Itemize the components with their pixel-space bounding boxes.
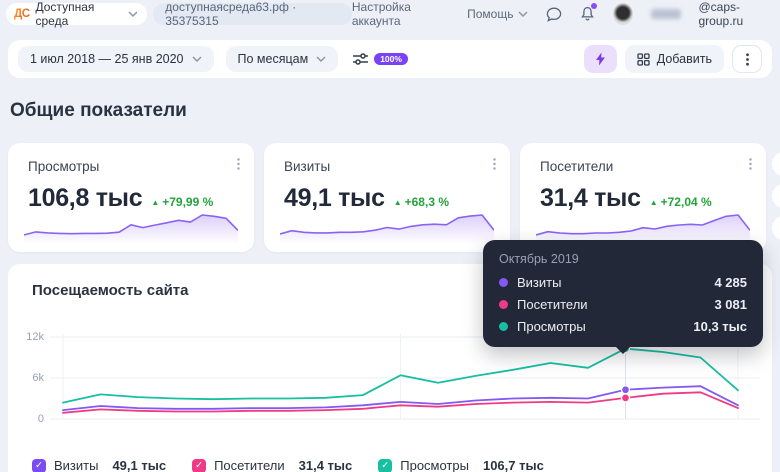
checkbox-checked-icon[interactable] — [378, 459, 392, 472]
legend-item-visits[interactable]: Визиты 49,1 тыс — [32, 458, 166, 472]
sampling-badge: 100% — [374, 53, 408, 66]
y-tick: 6k — [8, 372, 44, 384]
chevron-down-icon — [316, 56, 326, 62]
card-menu-button[interactable] — [749, 157, 752, 175]
notifications-button[interactable] — [580, 6, 595, 22]
sparkline — [536, 210, 750, 244]
card-visits: Визиты 49,1 тыс +68,3 % — [264, 143, 510, 252]
tooltip-row: Посетители 3 081 — [499, 297, 747, 312]
section-title: Общие показатели — [10, 100, 187, 122]
y-tick: 12k — [8, 331, 44, 343]
nav-help[interactable]: Помощь — [467, 7, 528, 21]
card-value: 106,8 тыс — [28, 184, 142, 213]
card-visitors: Посетители 31,4 тыс +72,04 % — [520, 143, 766, 252]
sliders-icon — [352, 52, 369, 66]
username-redacted — [651, 9, 681, 19]
nav-account-settings[interactable]: Настройка аккаунта — [352, 0, 449, 28]
checkbox-checked-icon[interactable] — [32, 459, 46, 472]
chevron-down-icon — [192, 56, 202, 62]
widgets-grid-icon — [637, 53, 650, 66]
next-card-peek — [772, 216, 780, 240]
sparkline — [280, 210, 494, 244]
grouping-select[interactable]: По месяцам — [226, 46, 339, 72]
card-value: 49,1 тыс — [284, 184, 385, 213]
series-dot-icon — [499, 278, 508, 287]
card-value: 31,4 тыс — [540, 184, 641, 213]
kebab-icon — [746, 53, 749, 66]
chart-legend: Визиты 49,1 тыс Посетители 31,4 тыс Прос… — [32, 458, 544, 472]
toolbar-menu-button[interactable] — [732, 45, 762, 73]
lightning-icon — [595, 52, 606, 66]
card-title: Визиты — [284, 159, 494, 174]
next-card-peek[interactable] — [772, 152, 780, 176]
chevron-down-icon — [128, 11, 137, 17]
chart-tooltip: Октябрь 2019 Визиты 4 285 Посетители 3 0… — [483, 240, 763, 347]
tooltip-row: Визиты 4 285 — [499, 275, 747, 290]
chart-title: Посещаемость сайта — [32, 282, 188, 299]
y-tick: 0 — [8, 413, 44, 425]
sparkline — [24, 210, 238, 244]
feedback-chat-button[interactable] — [546, 7, 562, 22]
notification-dot — [591, 3, 597, 9]
topbar: ДС Доступная среда доступнаясреда63.рф ·… — [0, 0, 780, 28]
card-title: Посетители — [540, 159, 750, 174]
series-dot-icon — [499, 300, 508, 309]
counter-logo-icon: ДС — [14, 8, 30, 20]
kebab-icon — [237, 158, 240, 170]
chat-bubble-icon — [546, 7, 562, 22]
tooltip-title: Октябрь 2019 — [499, 252, 747, 266]
sampling-control[interactable]: 100% — [352, 52, 408, 66]
card-menu-button[interactable] — [237, 157, 240, 175]
legend-item-views[interactable]: Просмотры 106,7 тыс — [378, 458, 544, 472]
quick-actions-button[interactable] — [584, 45, 617, 73]
date-range-picker[interactable]: 1 июл 2018 — 25 янв 2020 — [18, 46, 214, 72]
toolbar: 1 июл 2018 — 25 янв 2020 По месяцам 100%… — [8, 40, 772, 78]
chevron-down-icon — [518, 11, 528, 17]
card-delta: +79,99 % — [151, 195, 213, 209]
topnav: Настройка аккаунта Помощь @caps-group.ru — [352, 0, 774, 28]
series-dot-icon — [499, 322, 508, 331]
metrica-dashboard: ДС Доступная среда доступнаясреда63.рф ·… — [0, 0, 780, 472]
next-card-peek — [772, 184, 780, 208]
card-views: Просмотры 106,8 тыс +79,99 % — [8, 143, 254, 252]
card-menu-button[interactable] — [493, 157, 496, 175]
avatar[interactable] — [613, 3, 632, 25]
legend-item-visitors[interactable]: Посетители 31,4 тыс — [192, 458, 352, 472]
checkbox-checked-icon[interactable] — [192, 459, 206, 472]
counter-switcher[interactable]: ДС Доступная среда — [6, 3, 147, 25]
add-widget-button[interactable]: Добавить — [625, 45, 724, 73]
card-title: Просмотры — [28, 159, 238, 174]
metric-cards: Просмотры 106,8 тыс +79,99 % Визиты 49,1 … — [8, 143, 766, 252]
counter-name: Доступная среда — [36, 0, 123, 28]
counter-meta: доступнаясреда63.рф · 35375315 — [153, 3, 352, 25]
kebab-icon — [749, 158, 752, 170]
kebab-icon — [493, 158, 496, 170]
tooltip-row: Просмотры 10,3 тыс — [499, 319, 747, 334]
card-delta: +72,04 % — [650, 195, 712, 209]
card-delta: +68,3 % — [394, 195, 449, 209]
user-domain: @caps-group.ru — [699, 0, 775, 28]
